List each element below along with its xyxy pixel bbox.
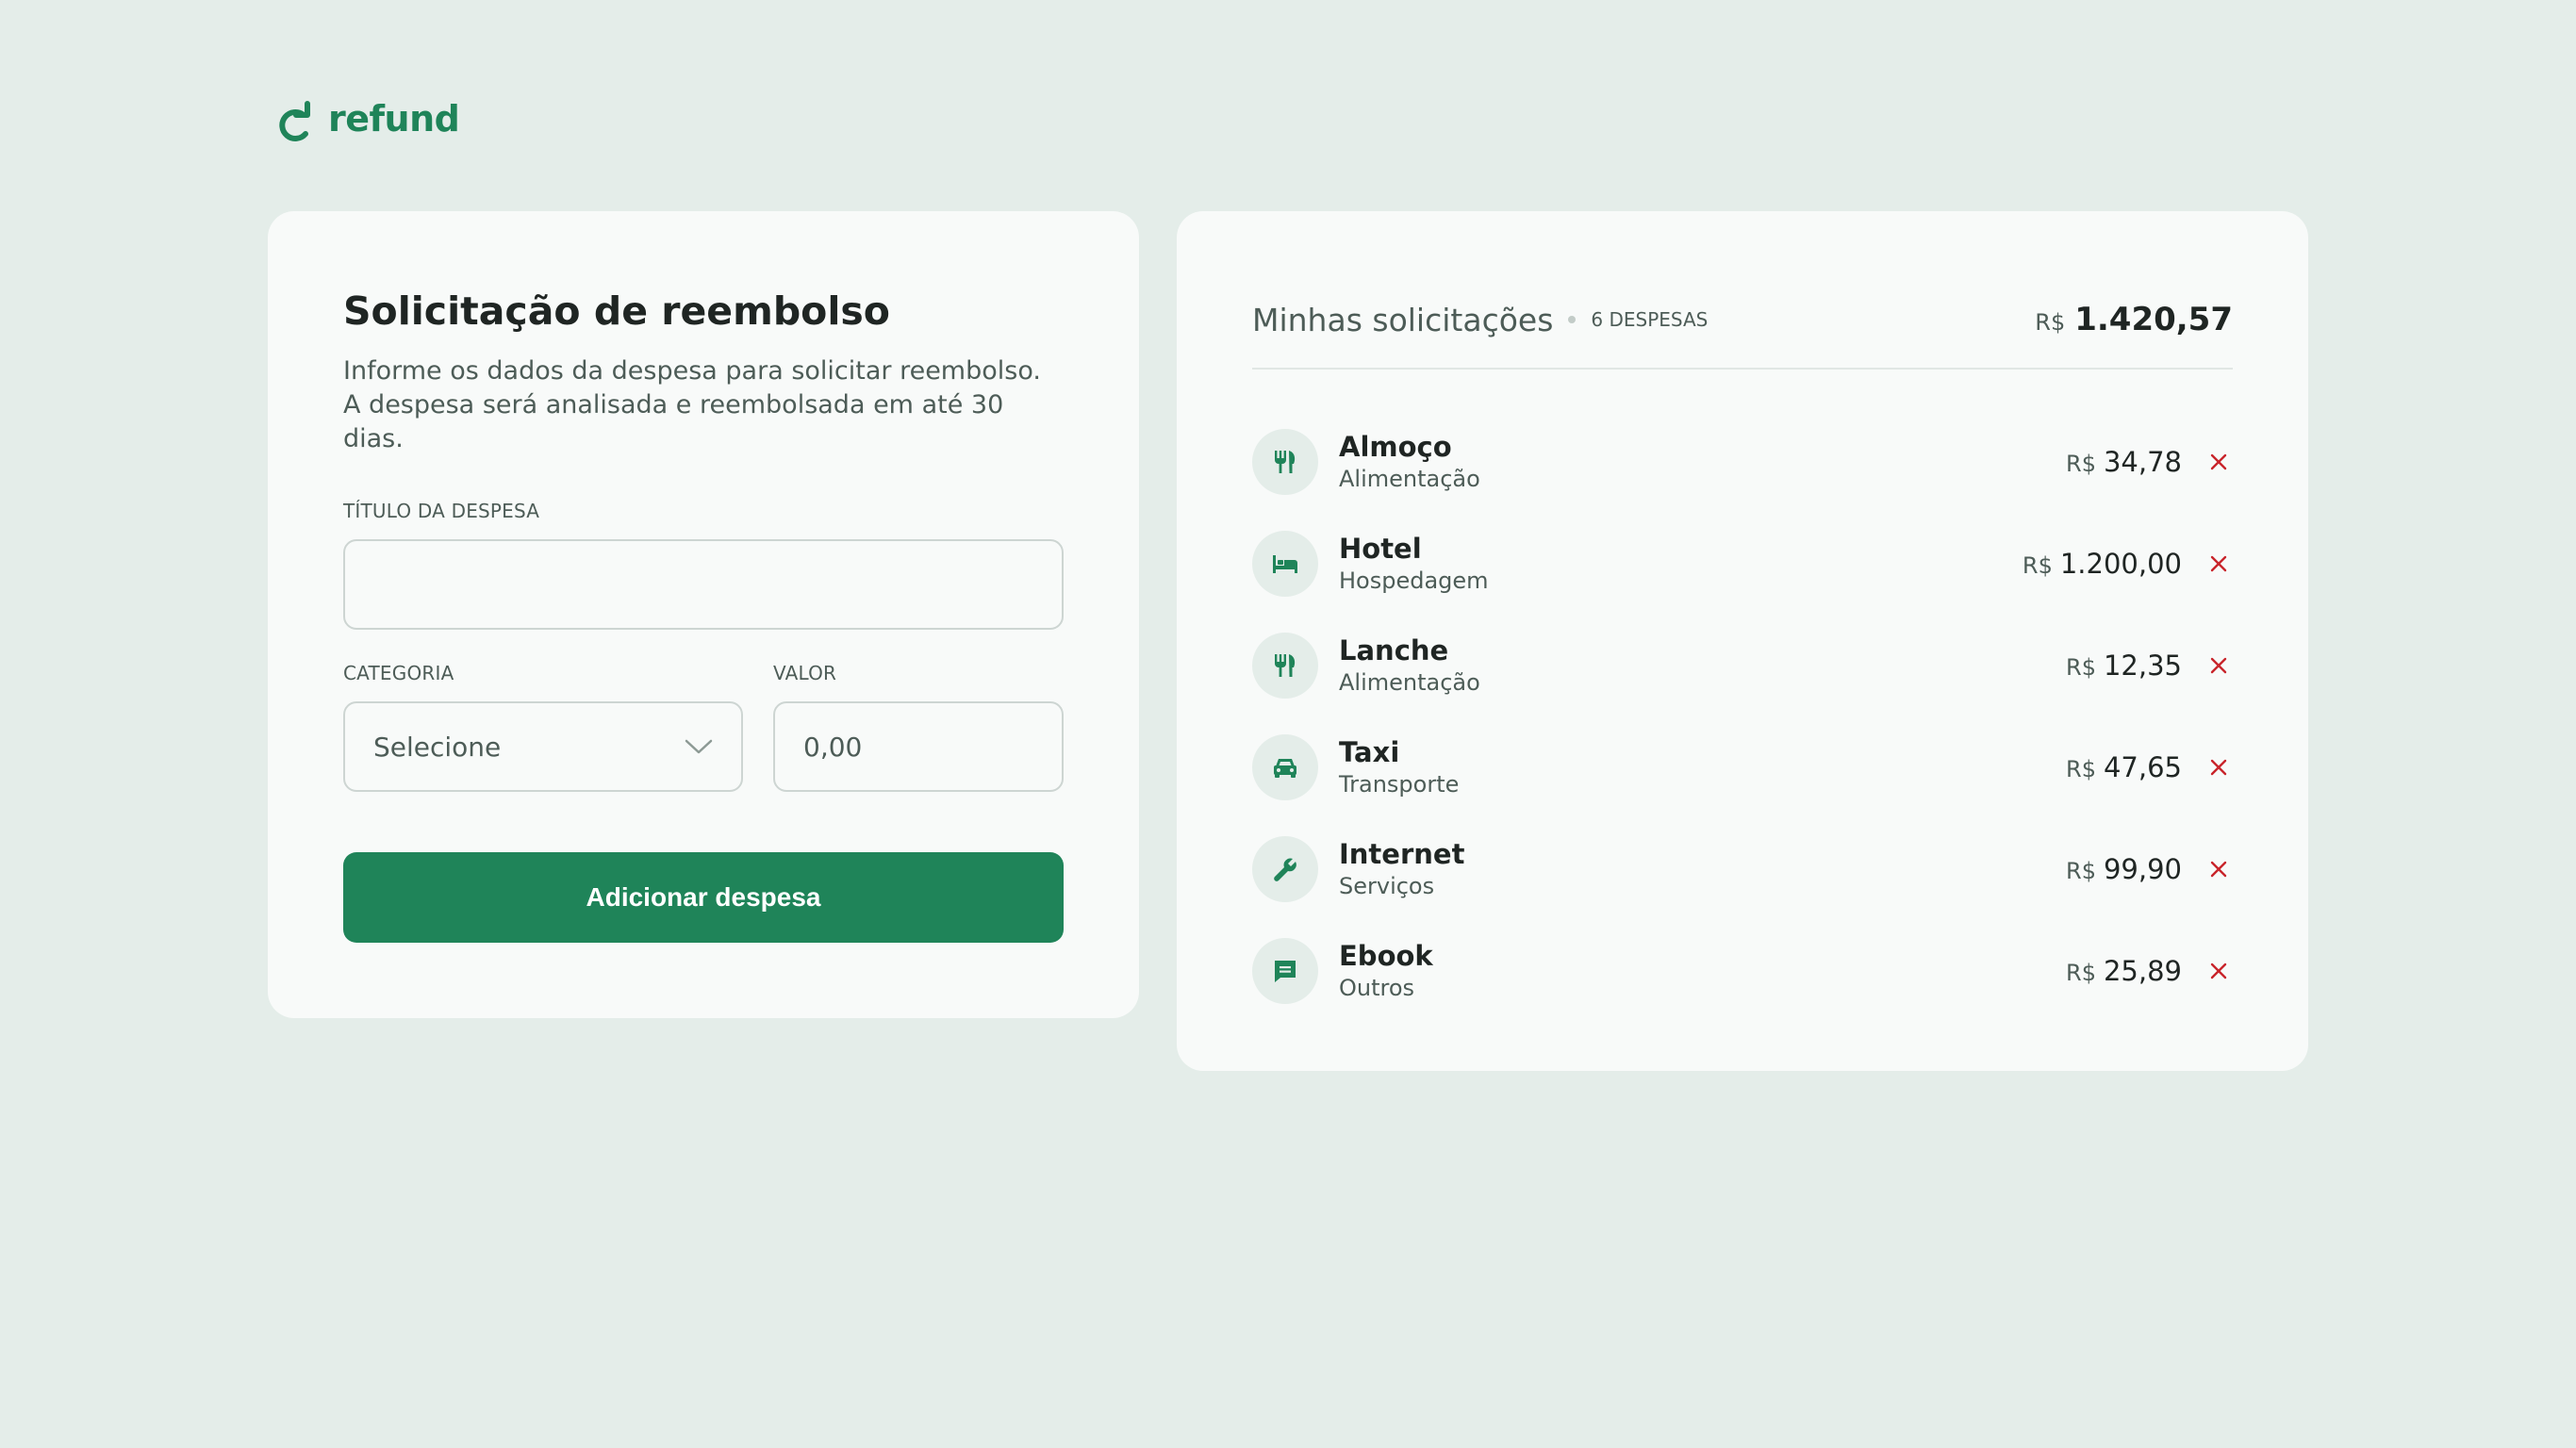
expense-item-name: Lanche — [1339, 634, 1449, 666]
value-label: VALOR — [773, 662, 837, 684]
food-icon — [1252, 429, 1318, 495]
expense-item-value: 25,89 — [2103, 955, 2182, 987]
form-title: Solicitação de reembolso — [343, 288, 890, 334]
total-currency: R$ — [2035, 309, 2066, 336]
expense-count: 6 DESPESAS — [1591, 308, 1709, 331]
expense-item-text: Hotel Hospedagem — [1339, 532, 2023, 596]
wrench-icon — [1252, 836, 1318, 902]
expense-item-amount: R$ 47,65 — [2066, 751, 2182, 783]
expense-item-amount: R$ 12,35 — [2066, 650, 2182, 682]
expense-item-name: Hotel — [1339, 533, 1422, 565]
expense-item: Lanche Alimentação R$ 12,35 — [1252, 615, 2233, 716]
list-title: Minhas solicitações — [1252, 301, 1554, 338]
expense-item-currency: R$ — [2022, 552, 2053, 579]
expense-item-category: Alimentação — [1339, 466, 1480, 492]
expense-item-currency: R$ — [2066, 858, 2096, 884]
separator-dot — [1568, 316, 1577, 323]
chevron-down-icon — [685, 739, 713, 754]
expense-item-currency: R$ — [2066, 654, 2096, 681]
expense-item-value: 34,78 — [2103, 446, 2182, 478]
list-divider — [1252, 368, 2233, 370]
expense-form-card: Solicitação de reembolso Informe os dado… — [268, 211, 1139, 1018]
food-icon — [1252, 633, 1318, 699]
expense-list: Almoço Alimentação R$ 34,78 Hotel Hosped… — [1252, 411, 2233, 1022]
remove-expense-button[interactable] — [2204, 550, 2233, 578]
remove-expense-button[interactable] — [2204, 753, 2233, 782]
value-input[interactable]: 0,00 — [773, 701, 1064, 792]
car-icon — [1252, 734, 1318, 800]
form-description: Informe os dados da despesa para solicit… — [343, 354, 1064, 456]
expense-item-text: Ebook Outros — [1339, 939, 2066, 1003]
list-header-left: Minhas solicitações 6 DESPESAS — [1252, 302, 1708, 338]
expense-item: Hotel Hospedagem R$ 1.200,00 — [1252, 513, 2233, 615]
expense-item-currency: R$ — [2066, 960, 2096, 986]
refund-arrow-icon — [279, 101, 310, 141]
receipt-icon — [1252, 938, 1318, 1004]
expense-item-name: Ebook — [1339, 940, 1433, 972]
total-amount: R$ 1.420,57 — [2035, 301, 2233, 338]
close-icon — [2210, 555, 2227, 572]
expense-item-value: 1.200,00 — [2059, 548, 2182, 580]
expense-item-currency: R$ — [2066, 756, 2096, 782]
expense-item-amount: R$ 34,78 — [2066, 446, 2182, 478]
expense-item-category: Alimentação — [1339, 669, 1480, 696]
close-icon — [2210, 963, 2227, 979]
category-select-value: Selecione — [373, 731, 502, 763]
remove-expense-button[interactable] — [2204, 957, 2233, 985]
expense-item-name: Taxi — [1339, 736, 1400, 768]
expense-item-value: 12,35 — [2103, 650, 2182, 682]
expense-item-amount: R$ 25,89 — [2066, 955, 2182, 987]
add-expense-button[interactable]: Adicionar despesa — [343, 852, 1064, 943]
form-description-line: A despesa será analisada e reembolsada e… — [343, 390, 1004, 453]
category-label: CATEGORIA — [343, 662, 454, 684]
close-icon — [2210, 453, 2227, 470]
close-icon — [2210, 759, 2227, 776]
value-input-placeholder: 0,00 — [803, 731, 863, 763]
expense-item: Almoço Alimentação R$ 34,78 — [1252, 411, 2233, 513]
expense-item-category: Serviços — [1339, 873, 1435, 899]
requests-list-card: Minhas solicitações 6 DESPESAS R$ 1.420,… — [1177, 211, 2308, 1071]
expense-item-name: Internet — [1339, 838, 1465, 870]
expense-item-text: Almoço Alimentação — [1339, 430, 2066, 494]
total-value: 1.420,57 — [2074, 301, 2233, 338]
expense-title-input[interactable] — [343, 539, 1064, 630]
expense-item: Taxi Transporte R$ 47,65 — [1252, 716, 2233, 818]
expense-item-name: Almoço — [1339, 431, 1452, 463]
expense-item-category: Outros — [1339, 975, 1415, 1001]
expense-item-text: Lanche Alimentação — [1339, 634, 2066, 698]
bed-icon — [1252, 531, 1318, 597]
brand-name: refund — [328, 98, 460, 140]
remove-expense-button[interactable] — [2204, 448, 2233, 476]
close-icon — [2210, 861, 2227, 878]
category-select[interactable]: Selecione — [343, 701, 743, 792]
expense-item-category: Transporte — [1339, 771, 1460, 798]
form-description-line: Informe os dados da despesa para solicit… — [343, 356, 1041, 386]
expense-item-category: Hospedagem — [1339, 568, 1489, 594]
list-header: Minhas solicitações 6 DESPESAS R$ 1.420,… — [1252, 287, 2233, 353]
expense-item-value: 99,90 — [2103, 853, 2182, 885]
close-icon — [2210, 657, 2227, 674]
expense-item: Ebook Outros R$ 25,89 — [1252, 920, 2233, 1022]
expense-item-currency: R$ — [2066, 451, 2096, 477]
brand-logo: refund — [275, 96, 460, 141]
expense-item-text: Taxi Transporte — [1339, 735, 2066, 799]
expense-item-value: 47,65 — [2103, 751, 2182, 783]
remove-expense-button[interactable] — [2204, 651, 2233, 680]
remove-expense-button[interactable] — [2204, 855, 2233, 883]
expense-title-label: TÍTULO DA DESPESA — [343, 500, 540, 522]
expense-item-amount: R$ 1.200,00 — [2023, 548, 2182, 580]
expense-item-amount: R$ 99,90 — [2066, 853, 2182, 885]
expense-item: Internet Serviços R$ 99,90 — [1252, 818, 2233, 920]
expense-item-text: Internet Serviços — [1339, 837, 2066, 901]
